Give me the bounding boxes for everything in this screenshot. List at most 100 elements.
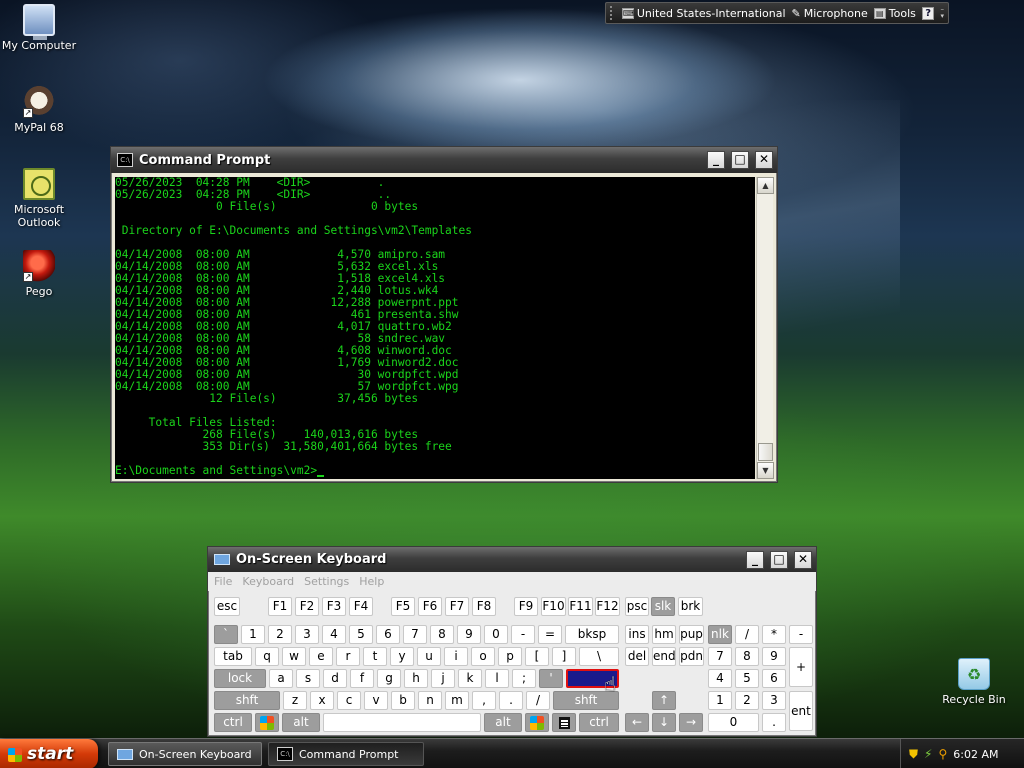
start-button[interactable]: start <box>0 739 98 768</box>
key-backslash[interactable]: \ <box>579 647 619 666</box>
key-a[interactable]: a <box>269 669 293 688</box>
key-v[interactable]: v <box>364 691 388 710</box>
key-quote[interactable]: ' <box>539 669 563 688</box>
key-r[interactable]: r <box>336 647 360 666</box>
desktop-icon-pego[interactable]: ↗ Pego <box>1 250 77 298</box>
key-backtick[interactable]: ` <box>214 625 238 644</box>
microphone-button[interactable]: ✎ Microphone <box>792 7 868 20</box>
key-f[interactable]: f <box>350 669 374 688</box>
key-y[interactable]: y <box>390 647 414 666</box>
key-f2[interactable]: F2 <box>295 597 319 616</box>
key-slash[interactable]: / <box>526 691 550 710</box>
key-f8[interactable]: F8 <box>472 597 496 616</box>
minimize-button[interactable]: _ <box>707 151 725 169</box>
key-scroll-lock[interactable]: slk <box>651 597 675 616</box>
key-end[interactable]: end <box>652 647 676 666</box>
key-numpad-plus[interactable]: + <box>789 647 813 687</box>
key-minus[interactable]: - <box>511 625 535 644</box>
menu-help[interactable]: Help <box>359 575 384 588</box>
key-p[interactable]: p <box>498 647 522 666</box>
search-icon[interactable]: ⚲ <box>938 747 947 761</box>
key-left-alt[interactable]: alt <box>282 713 320 732</box>
key-home[interactable]: hm <box>652 625 676 644</box>
key-7[interactable]: 7 <box>403 625 427 644</box>
key-5[interactable]: 5 <box>349 625 373 644</box>
command-prompt-window[interactable]: C:\ Command Prompt _ □ ✕ 05/26/2023 04:2… <box>110 146 778 483</box>
console-output[interactable]: 05/26/2023 04:28 PM <DIR> . 05/26/2023 04… <box>115 177 755 479</box>
key-right-ctrl[interactable]: ctrl <box>579 713 619 732</box>
desktop-icon-my-computer[interactable]: My Computer <box>1 4 77 52</box>
key-left-bracket[interactable]: [ <box>525 647 549 666</box>
key-z[interactable]: z <box>283 691 307 710</box>
key-num-lock[interactable]: nlk <box>708 625 732 644</box>
key-3[interactable]: 3 <box>295 625 319 644</box>
network-icon[interactable]: ⚡ <box>924 747 932 761</box>
key-tab[interactable]: tab <box>214 647 252 666</box>
key-b[interactable]: b <box>391 691 415 710</box>
key-f4[interactable]: F4 <box>349 597 373 616</box>
menu-keyboard[interactable]: Keyboard <box>242 575 294 588</box>
key-f5[interactable]: F5 <box>391 597 415 616</box>
tools-button[interactable]: ▤ Tools <box>873 7 916 20</box>
key-spacebar[interactable] <box>323 713 481 732</box>
command-prompt-titlebar[interactable]: C:\ Command Prompt _ □ ✕ <box>111 147 777 173</box>
language-bar-options[interactable]: – ▾ <box>940 6 944 20</box>
maximize-button[interactable]: □ <box>731 151 749 169</box>
key-f1[interactable]: F1 <box>268 597 292 616</box>
key-f6[interactable]: F6 <box>418 597 442 616</box>
key-numpad-decimal[interactable]: . <box>762 713 786 732</box>
on-screen-keyboard-window[interactable]: On-Screen Keyboard _ □ ✕ File Keyboard S… <box>207 546 817 737</box>
key-s[interactable]: s <box>296 669 320 688</box>
scroll-thumb[interactable] <box>758 443 773 461</box>
osk-titlebar[interactable]: On-Screen Keyboard _ □ ✕ <box>208 547 816 572</box>
close-button[interactable]: ✕ <box>755 151 773 169</box>
key-numpad-6[interactable]: 6 <box>762 669 786 688</box>
key-arrow-left[interactable]: ← <box>625 713 649 732</box>
key-o[interactable]: o <box>471 647 495 666</box>
key-numpad-divide[interactable]: / <box>735 625 759 644</box>
key-equals[interactable]: = <box>538 625 562 644</box>
taskbar-button-cmd[interactable]: C:\ Command Prompt <box>268 742 424 766</box>
key-f10[interactable]: F10 <box>541 597 566 616</box>
key-k[interactable]: k <box>458 669 482 688</box>
desktop-icon-outlook[interactable]: Microsoft Outlook <box>1 168 77 229</box>
key-numpad-5[interactable]: 5 <box>735 669 759 688</box>
key-delete[interactable]: del <box>625 647 649 666</box>
key-right-alt[interactable]: alt <box>484 713 522 732</box>
key-u[interactable]: u <box>417 647 441 666</box>
key-f3[interactable]: F3 <box>322 597 346 616</box>
key-comma[interactable]: , <box>472 691 496 710</box>
key-c[interactable]: c <box>337 691 361 710</box>
clock[interactable]: 6:02 AM <box>953 748 998 761</box>
minimize-button[interactable]: _ <box>746 550 764 569</box>
key-backspace[interactable]: bksp <box>565 625 619 644</box>
key-page-down[interactable]: pdn <box>679 647 704 666</box>
scroll-down-button[interactable]: ▼ <box>757 462 774 479</box>
desktop-icon-recycle-bin[interactable]: Recycle Bin <box>936 658 1012 706</box>
key-f12[interactable]: F12 <box>595 597 620 616</box>
key-numpad-2[interactable]: 2 <box>735 691 759 710</box>
console-scrollbar[interactable]: ▲ ▼ <box>756 177 774 479</box>
language-bar[interactable]: ⌨ United States-International ✎ Micropho… <box>605 2 949 24</box>
language-bar-grip[interactable] <box>610 6 616 20</box>
key-left-shift[interactable]: shft <box>214 691 280 710</box>
help-icon[interactable]: ? <box>921 6 935 20</box>
key-1[interactable]: 1 <box>241 625 265 644</box>
key-w[interactable]: w <box>282 647 306 666</box>
key-f11[interactable]: F11 <box>568 597 593 616</box>
key-numpad-7[interactable]: 7 <box>708 647 732 666</box>
close-button[interactable]: ✕ <box>794 550 812 569</box>
key-numpad-9[interactable]: 9 <box>762 647 786 666</box>
key-f9[interactable]: F9 <box>514 597 538 616</box>
key-x[interactable]: x <box>310 691 334 710</box>
key-print-screen[interactable]: psc <box>625 597 649 616</box>
key-numpad-enter[interactable]: ent <box>789 691 813 731</box>
key-4[interactable]: 4 <box>322 625 346 644</box>
key-numpad-3[interactable]: 3 <box>762 691 786 710</box>
key-d[interactable]: d <box>323 669 347 688</box>
key-numpad-minus[interactable]: - <box>789 625 813 644</box>
key-numpad-8[interactable]: 8 <box>735 647 759 666</box>
key-numpad-multiply[interactable]: * <box>762 625 786 644</box>
language-selector[interactable]: ⌨ United States-International <box>621 7 786 20</box>
key-semicolon[interactable]: ; <box>512 669 536 688</box>
